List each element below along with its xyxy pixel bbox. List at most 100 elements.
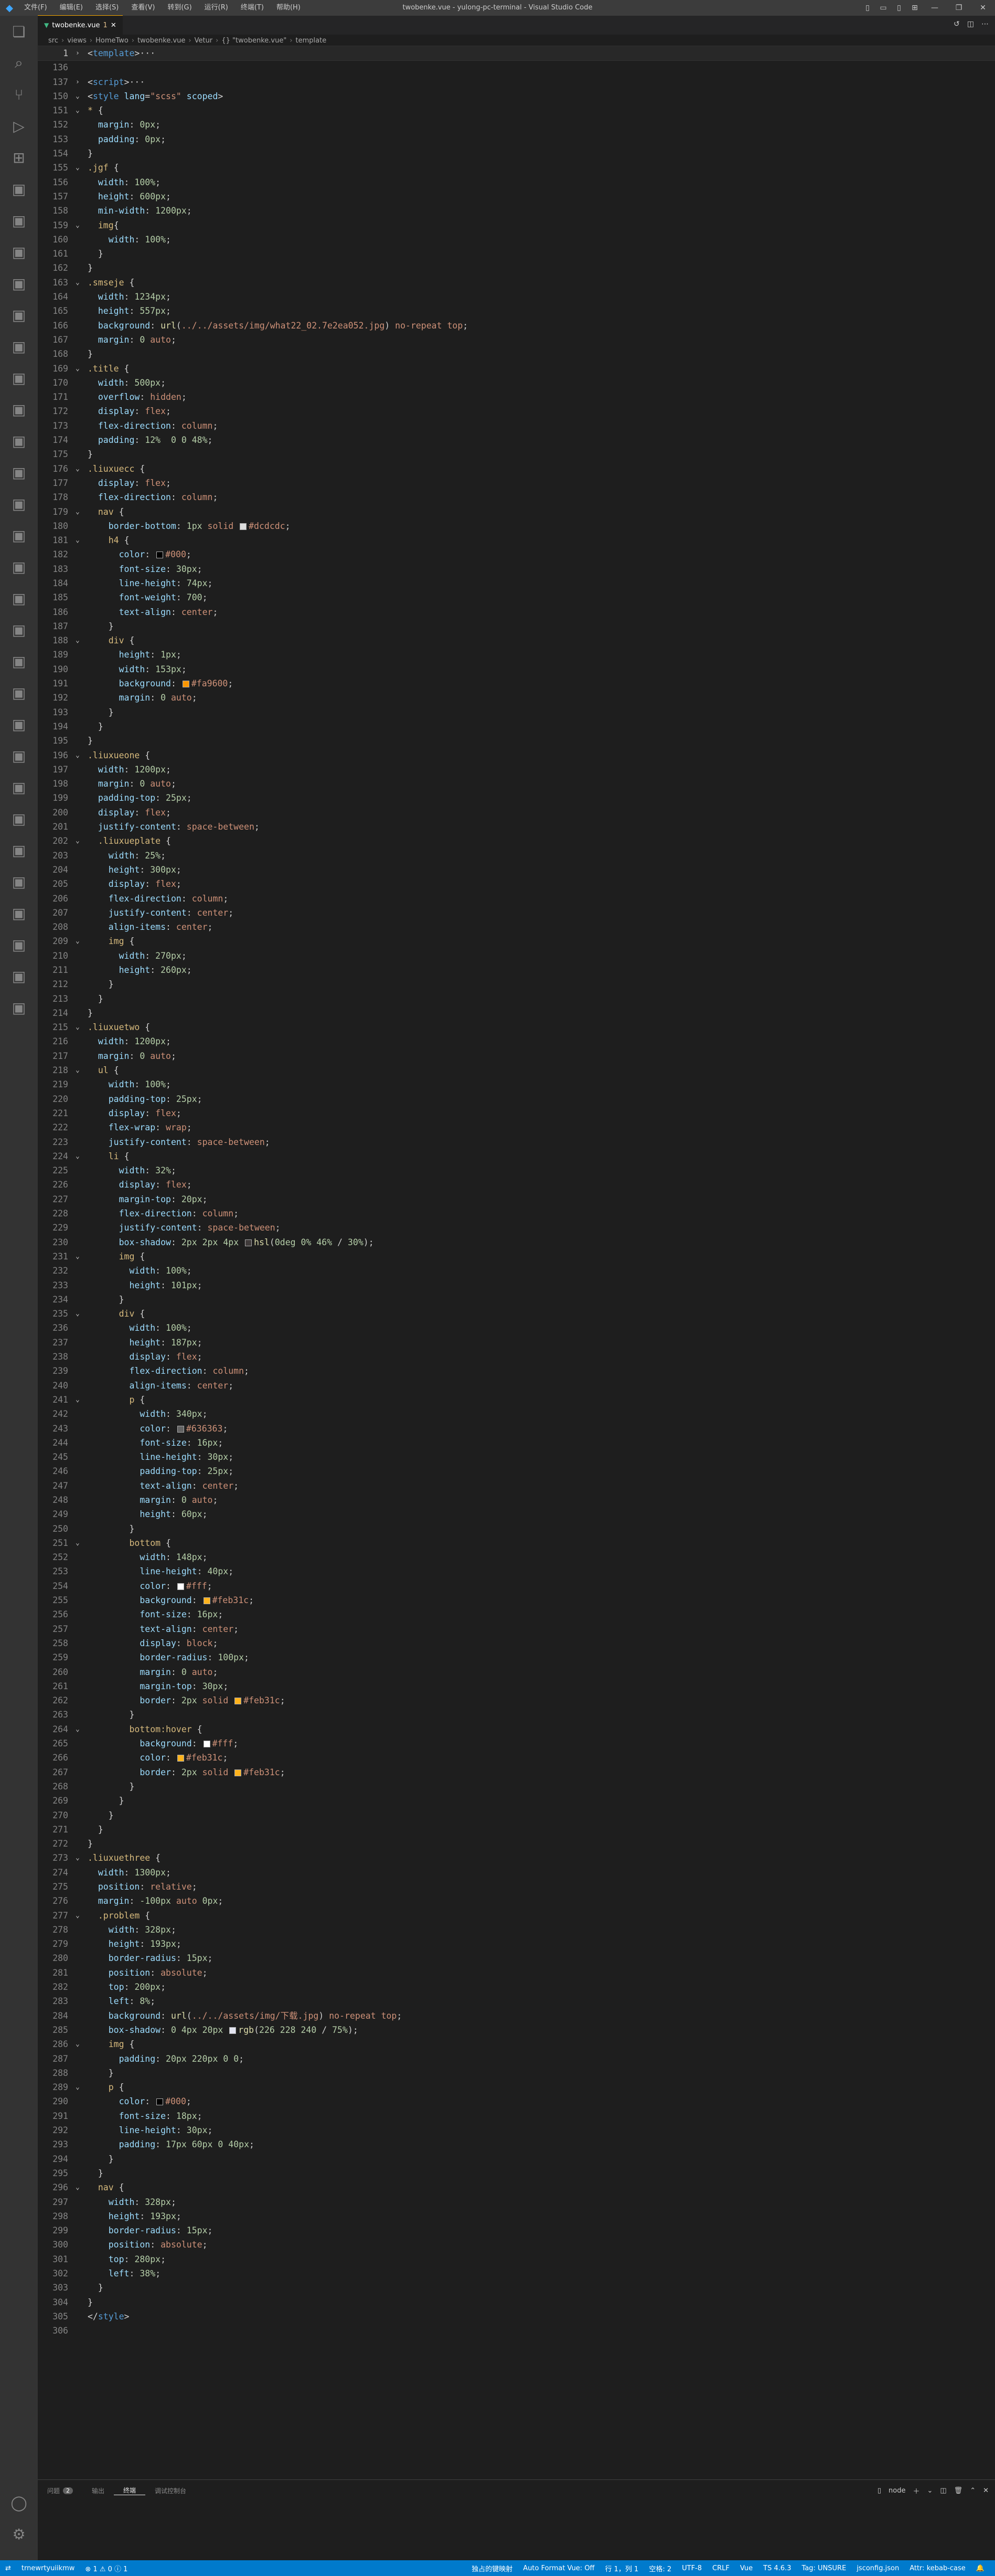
- extension-view-icon[interactable]: ▣: [0, 205, 38, 236]
- fold-toggle-icon[interactable]: ⌄: [76, 1063, 84, 1077]
- code-line[interactable]: 245 line-height: 30px;: [38, 1450, 995, 1464]
- fold-toggle-icon[interactable]: ⌄: [76, 2037, 84, 2051]
- code-line[interactable]: 197 width: 1200px;: [38, 762, 995, 777]
- breadcrumb-item[interactable]: HomeTwo: [95, 37, 129, 45]
- code-line[interactable]: 179 ⌄ nav {: [38, 505, 995, 519]
- fold-toggle-icon[interactable]: ⌄: [76, 103, 84, 118]
- code-line[interactable]: 231 ⌄ img {: [38, 1249, 995, 1264]
- menu-item-4[interactable]: 转到(G): [162, 0, 197, 16]
- code-line[interactable]: 266 color: #feb31c;: [38, 1751, 995, 1765]
- code-line[interactable]: 181 ⌄ h4 {: [38, 533, 995, 547]
- code-line[interactable]: 210 width: 270px;: [38, 949, 995, 963]
- code-line[interactable]: 226 display: flex;: [38, 1178, 995, 1192]
- code-line[interactable]: 249 height: 60px;: [38, 1507, 995, 1521]
- code-line[interactable]: 251 ⌄ bottom {: [38, 1536, 995, 1550]
- code-line[interactable]: 295 }: [38, 2166, 995, 2180]
- fold-toggle-icon[interactable]: ⌄: [76, 2180, 84, 2195]
- code-line[interactable]: 305 </style>: [38, 2309, 995, 2324]
- split-editor-icon[interactable]: ◫: [967, 20, 974, 28]
- extension-view-icon[interactable]: ▣: [0, 929, 38, 960]
- code-line[interactable]: 268 }: [38, 1779, 995, 1794]
- code-line[interactable]: 196 ⌄ .liuxueone {: [38, 748, 995, 762]
- fold-toggle-icon[interactable]: ⌄: [76, 1909, 84, 1923]
- code-line[interactable]: 301 top: 280px;: [38, 2252, 995, 2266]
- code-line[interactable]: 248 margin: 0 auto;: [38, 1493, 995, 1507]
- fold-toggle-icon[interactable]: ⌄: [76, 834, 84, 848]
- code-line[interactable]: 270 }: [38, 1808, 995, 1822]
- extension-view-icon[interactable]: ▣: [0, 394, 38, 425]
- code-line[interactable]: 258 display: block;: [38, 1636, 995, 1650]
- status-item-3[interactable]: 空格: 2: [644, 2563, 677, 2573]
- code-line[interactable]: 290 color: #000;: [38, 2094, 995, 2108]
- fold-toggle-icon[interactable]: ⌄: [76, 89, 84, 103]
- panel-tab-3[interactable]: 调试控制台: [145, 2486, 196, 2495]
- extension-view-icon[interactable]: ▣: [0, 614, 38, 645]
- code-line[interactable]: 289 ⌄ p {: [38, 2080, 995, 2094]
- code-line[interactable]: 297 width: 328px;: [38, 2195, 995, 2209]
- code-line[interactable]: 157 height: 600px;: [38, 189, 995, 204]
- code-line[interactable]: 291 font-size: 18px;: [38, 2109, 995, 2123]
- extension-view-icon[interactable]: ▣: [0, 708, 38, 740]
- code-line[interactable]: 163 ⌄ .smseje {: [38, 275, 995, 290]
- code-line[interactable]: 283 left: 8%;: [38, 1994, 995, 2008]
- code-line[interactable]: 225 width: 32%;: [38, 1163, 995, 1178]
- code-line[interactable]: 222 flex-wrap: wrap;: [38, 1120, 995, 1135]
- status-item-10[interactable]: Attr: kebab-case: [904, 2564, 971, 2572]
- code-line[interactable]: 193 }: [38, 705, 995, 719]
- open-changes-icon[interactable]: ↺: [954, 20, 960, 28]
- code-line[interactable]: 213 }: [38, 992, 995, 1006]
- code-line[interactable]: 167 margin: 0 auto;: [38, 333, 995, 347]
- code-line[interactable]: 235 ⌄ div {: [38, 1307, 995, 1321]
- code-editor[interactable]: 1 › <template>··· 136 137 › <script>··· 150 ⌄ <st…: [37, 45, 995, 2338]
- breadcrumb-item[interactable]: src: [48, 37, 58, 45]
- code-line[interactable]: 202 ⌄ .liuxueplate {: [38, 834, 995, 848]
- minimize-icon[interactable]: —: [923, 4, 947, 12]
- code-line[interactable]: 186 text-align: center;: [38, 605, 995, 619]
- code-line[interactable]: 279 height: 193px;: [38, 1937, 995, 1951]
- code-line[interactable]: 269 }: [38, 1794, 995, 1808]
- code-line[interactable]: 232 width: 100%;: [38, 1264, 995, 1278]
- code-line[interactable]: 187 }: [38, 619, 995, 633]
- code-line[interactable]: 271 }: [38, 1822, 995, 1837]
- code-line[interactable]: 195}: [38, 734, 995, 748]
- code-line[interactable]: 198 margin: 0 auto;: [38, 777, 995, 791]
- code-line[interactable]: 216 width: 1200px;: [38, 1034, 995, 1048]
- fold-toggle-icon[interactable]: ›: [76, 46, 84, 60]
- fold-toggle-icon[interactable]: ⌄: [76, 1307, 84, 1321]
- code-line[interactable]: 1 › <template>···: [37, 45, 995, 61]
- code-line[interactable]: 170 width: 500px;: [38, 376, 995, 390]
- status-item-0[interactable]: 独占的键映射: [466, 2563, 518, 2573]
- code-line[interactable]: 281 position: absolute;: [38, 1966, 995, 1980]
- fold-toggle-icon[interactable]: ⌄: [76, 161, 84, 175]
- code-line[interactable]: 287 padding: 20px 220px 0 0;: [38, 2052, 995, 2066]
- code-line[interactable]: 296 ⌄ nav {: [38, 2180, 995, 2195]
- code-line[interactable]: 259 border-radius: 100px;: [38, 1650, 995, 1665]
- more-actions-icon[interactable]: ⋯: [981, 20, 989, 28]
- status-item-7[interactable]: TS 4.6.3: [758, 2564, 796, 2572]
- code-line[interactable]: 237 height: 187px;: [38, 1335, 995, 1350]
- extension-view-icon[interactable]: ▣: [0, 268, 38, 299]
- code-line[interactable]: 228 flex-direction: column;: [38, 1206, 995, 1221]
- code-line[interactable]: 253 line-height: 40px;: [38, 1564, 995, 1578]
- status-item-1[interactable]: Auto Format Vue: Off: [518, 2564, 600, 2572]
- code-line[interactable]: 240 align-items: center;: [38, 1379, 995, 1393]
- code-line[interactable]: 182 color: #000;: [38, 547, 995, 561]
- layout-icon[interactable]: ⊞: [907, 4, 923, 12]
- code-line[interactable]: 209 ⌄ img {: [38, 934, 995, 948]
- code-line[interactable]: 190 width: 153px;: [38, 662, 995, 676]
- code-line[interactable]: 234 }: [38, 1292, 995, 1307]
- code-line[interactable]: 221 display: flex;: [38, 1106, 995, 1120]
- maximize-icon[interactable]: ❐: [947, 4, 971, 12]
- code-line[interactable]: 236 width: 100%;: [38, 1321, 995, 1335]
- code-line[interactable]: 292 line-height: 30px;: [38, 2123, 995, 2137]
- code-line[interactable]: 288 }: [38, 2066, 995, 2080]
- code-line[interactable]: 206 flex-direction: column;: [38, 892, 995, 906]
- code-line[interactable]: 302 left: 38%;: [38, 2266, 995, 2281]
- code-line[interactable]: 250 }: [38, 1522, 995, 1536]
- fold-toggle-icon[interactable]: ⌄: [76, 505, 84, 519]
- extensions-icon[interactable]: ⊞: [0, 142, 38, 173]
- extension-view-icon[interactable]: ▣: [0, 457, 38, 488]
- code-line[interactable]: 227 margin-top: 20px;: [38, 1192, 995, 1206]
- code-line[interactable]: 265 background: #fff;: [38, 1736, 995, 1751]
- code-line[interactable]: 166 background: url(../../assets/img/wha…: [38, 319, 995, 333]
